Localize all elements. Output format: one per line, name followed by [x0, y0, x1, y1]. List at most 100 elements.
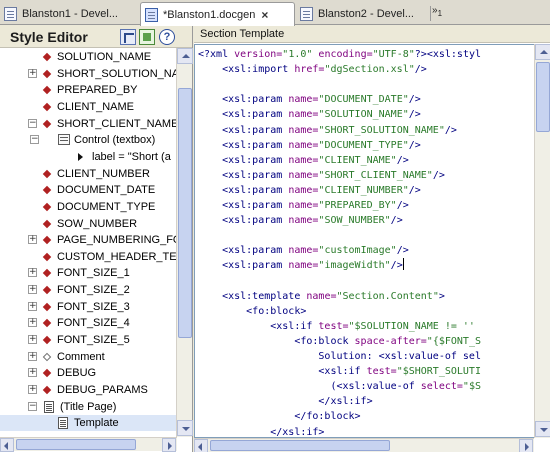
scroll-down-icon[interactable]	[535, 421, 550, 437]
code-line: Solution: <xsl:value-of sel	[198, 351, 481, 362]
tree-item[interactable]: CLIENT_NUMBER	[0, 166, 176, 182]
scroll-thumb[interactable]	[536, 62, 550, 132]
code-line: <xsl:if test="$SOLUTION_NAME != ''	[198, 320, 475, 332]
tree-item[interactable]: + FONT_SIZE_3	[0, 299, 176, 315]
red-diamond-icon	[42, 285, 52, 295]
tree-item[interactable]: − Control (textbox)	[0, 132, 176, 148]
tree-item[interactable]: SOLUTION_NAME	[0, 49, 176, 65]
tree-item[interactable]: + FONT_SIZE_1	[0, 265, 176, 281]
collapse-icon[interactable]: −	[28, 402, 37, 411]
code-line: </xsl:if>	[198, 426, 325, 438]
tree-item[interactable]: + DEBUG_PARAMS	[0, 382, 176, 398]
scroll-right-icon[interactable]	[162, 438, 176, 452]
scroll-left-icon[interactable]	[194, 439, 208, 452]
code-line: <?xml version="1.0" encoding="UTF-8"?><x…	[198, 49, 482, 60]
tab-blanston2-devel[interactable]: Blanston2 - Devel...	[296, 3, 430, 25]
tree-item[interactable]: + PAGE_NUMBERING_FOR	[0, 232, 176, 248]
expand-icon[interactable]: +	[28, 235, 37, 244]
collapse-all-icon[interactable]	[120, 29, 136, 45]
tree-item[interactable]: DOCUMENT_DATE	[0, 182, 176, 198]
tree-item-label: PAGE_NUMBERING_FOR	[57, 234, 176, 246]
tree-item[interactable]: − SHORT_CLIENT_NAME	[0, 116, 176, 132]
scroll-left-icon[interactable]	[0, 438, 14, 452]
document-icon	[300, 7, 313, 21]
tree-item[interactable]: + DEBUG	[0, 365, 176, 381]
tree-item-label: PREPARED_BY	[57, 84, 138, 96]
expand-icon[interactable]: +	[28, 318, 37, 327]
page-icon	[44, 401, 54, 413]
red-diamond-icon	[42, 85, 52, 95]
code-line: <xsl:param name="DOCUMENT_DATE"/>	[198, 94, 421, 106]
red-diamond-icon	[42, 169, 52, 179]
close-icon[interactable]: ×	[261, 8, 268, 22]
expand-icon[interactable]: +	[28, 335, 37, 344]
tree-item[interactable]: DOCUMENT_TYPE	[0, 199, 176, 215]
xsl-code-editor[interactable]: <?xml version="1.0" encoding="UTF-8"?><x…	[194, 44, 534, 438]
tree-item[interactable]: + SHORT_SOLUTION_NAI	[0, 66, 176, 82]
tree-item[interactable]: CUSTOM_HEADER_TEX	[0, 249, 176, 265]
expand-icon[interactable]: +	[28, 368, 37, 377]
editor-tab-strip: Blanston1 - Devel... *Blanston1.docgen ×…	[0, 0, 550, 26]
tree-vertical-scrollbar[interactable]	[176, 48, 193, 437]
tab-overflow-button[interactable]: »1	[432, 5, 442, 18]
red-diamond-icon	[42, 102, 52, 112]
tree-horizontal-scrollbar[interactable]	[0, 437, 177, 452]
scroll-thumb[interactable]	[178, 88, 192, 338]
tree-item[interactable]: Template	[0, 415, 176, 431]
scroll-up-icon[interactable]	[535, 44, 550, 60]
collapse-icon[interactable]: −	[30, 135, 39, 144]
panel-title: Style Editor	[10, 29, 88, 45]
tree-item[interactable]: + FONT_SIZE_2	[0, 282, 176, 298]
tree-item-label: label = "Short (a	[92, 151, 171, 163]
red-diamond-icon	[42, 268, 52, 278]
tab-label: *Blanston1.docgen	[163, 8, 256, 21]
tree-item[interactable]: label = "Short (a	[0, 149, 176, 165]
scroll-thumb[interactable]	[210, 440, 390, 451]
help-icon[interactable]: ?	[159, 29, 175, 45]
red-diamond-icon	[42, 318, 52, 328]
tab-label: Blanston1 - Devel...	[22, 8, 118, 20]
refresh-icon[interactable]	[139, 29, 155, 45]
tree-item-label: SOW_NUMBER	[57, 218, 138, 230]
tree-item[interactable]: + FONT_SIZE_4	[0, 315, 176, 331]
tab-blanston1-docgen[interactable]: *Blanston1.docgen ×	[140, 2, 295, 26]
tree-item-label: FONT_SIZE_2	[57, 284, 130, 296]
tree-item[interactable]: + Comment	[0, 349, 176, 365]
tab-blanston1-devel[interactable]: Blanston1 - Devel...	[0, 3, 140, 25]
style-editor-header: Style Editor ?	[0, 26, 192, 48]
expand-icon[interactable]: +	[28, 352, 37, 361]
expand-icon[interactable]: +	[28, 302, 37, 311]
expand-icon[interactable]: +	[28, 268, 37, 277]
scroll-down-icon[interactable]	[177, 420, 193, 436]
code-line: <xsl:param name="DOCUMENT_TYPE"/>	[198, 139, 421, 151]
style-tree: SOLUTION_NAME + SHORT_SOLUTION_NAI PREPARED…	[0, 48, 176, 443]
triangle-right-icon	[78, 153, 83, 161]
tab-label: Blanston2 - Devel...	[318, 8, 414, 20]
red-diamond-icon	[42, 219, 52, 229]
collapse-icon[interactable]: −	[28, 119, 37, 128]
expand-icon[interactable]: +	[28, 69, 37, 78]
document-icon	[4, 7, 17, 21]
scroll-thumb[interactable]	[16, 439, 136, 450]
hollow-diamond-icon	[42, 352, 52, 362]
tree-item[interactable]: PREPARED_BY	[0, 82, 176, 98]
editor-horizontal-scrollbar[interactable]	[194, 438, 534, 452]
red-diamond-icon	[42, 185, 52, 195]
code-line: <xsl:param name="SHORT_SOLUTION_NAME"/>	[198, 124, 457, 136]
red-diamond-icon	[42, 302, 52, 312]
section-template-title: Section Template	[194, 26, 550, 43]
scroll-right-icon[interactable]	[519, 439, 533, 452]
tree-item[interactable]: + FONT_SIZE_5	[0, 332, 176, 348]
tree-item[interactable]: CLIENT_NAME	[0, 99, 176, 115]
editor-vertical-scrollbar[interactable]	[534, 44, 550, 438]
tree-item-label: CLIENT_NUMBER	[57, 168, 150, 180]
expand-icon[interactable]: +	[28, 385, 37, 394]
tree-item[interactable]: − (Title Page)	[0, 399, 176, 415]
text-caret	[402, 258, 404, 271]
red-diamond-icon	[42, 119, 52, 129]
tree-item[interactable]: SOW_NUMBER	[0, 216, 176, 232]
expand-icon[interactable]: +	[28, 285, 37, 294]
red-diamond-icon	[42, 368, 52, 378]
scroll-up-icon[interactable]	[177, 48, 193, 64]
code-line: <xsl:param name="PREPARED_BY"/>	[198, 200, 409, 211]
